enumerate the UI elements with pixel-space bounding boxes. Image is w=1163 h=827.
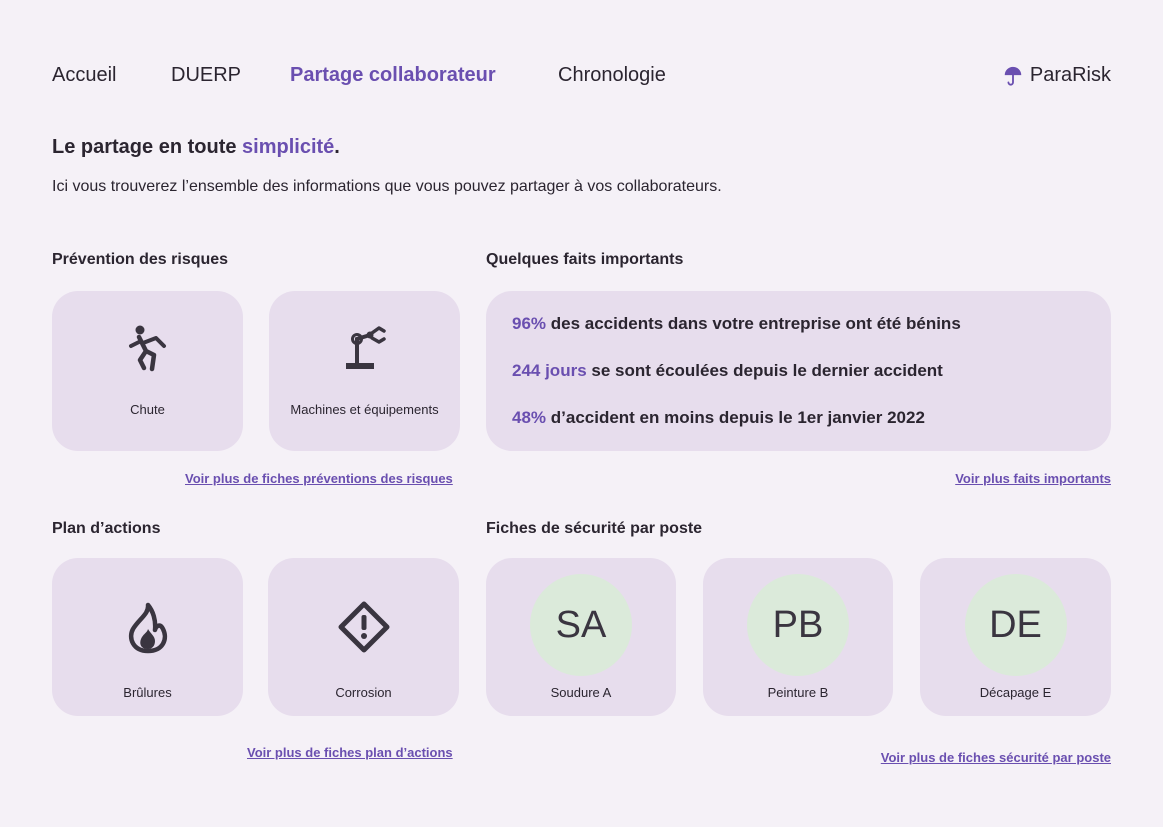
safety-card-decapage[interactable]: DE Décapage E: [920, 558, 1111, 716]
safety-card-label: Soudure A: [550, 685, 612, 700]
safety-card-label: Décapage E: [979, 685, 1052, 700]
prevention-card-label: Machines et équipements: [290, 402, 439, 417]
nav-chronologie[interactable]: Chronologie: [558, 64, 666, 87]
prevention-title: Prévention des risques: [52, 251, 229, 268]
avatar: DE: [964, 574, 1067, 676]
nav-accueil[interactable]: Accueil: [52, 64, 116, 87]
safety-title: Fiches de sécurité par poste: [486, 520, 703, 537]
fact-item: 48% d’accident en moins depuis le 1er ja…: [512, 408, 925, 428]
more-facts-link[interactable]: Voir plus faits importants: [955, 471, 1111, 486]
safety-card-soudure[interactable]: SA Soudure A: [486, 558, 676, 716]
fact-text: se sont écoulées depuis le dernier accid…: [586, 361, 943, 380]
headline-suffix: .: [334, 136, 340, 158]
fact-highlight: 244 jours: [512, 361, 587, 380]
avatar: PB: [747, 574, 849, 676]
facts-title: Quelques faits importants: [486, 251, 684, 268]
fact-text: des accidents dans votre entreprise ont …: [546, 314, 961, 333]
fact-text: d’accident en moins depuis le 1er janvie…: [546, 408, 925, 427]
action-card-label: Brûlures: [123, 685, 172, 700]
action-card-label: Corrosion: [335, 685, 392, 700]
nav-duerp[interactable]: DUERP: [171, 64, 241, 87]
headline-prefix: Le partage en toute: [52, 136, 243, 158]
page-title: Le partage en toute simplicité.: [52, 136, 340, 159]
more-prevention-link[interactable]: Voir plus de fiches préventions des risq…: [185, 471, 453, 486]
action-card-corrosion[interactable]: Corrosion: [268, 558, 459, 716]
brand-name: ParaRisk: [1029, 64, 1111, 86]
fact-highlight: 48%: [512, 408, 547, 427]
headline-accent: simplicité: [242, 136, 335, 158]
fact-highlight: 96%: [512, 314, 547, 333]
more-actions-link[interactable]: Voir plus de fiches plan d’actions: [247, 745, 453, 760]
umbrella-icon: [1002, 65, 1024, 87]
safety-card-peinture[interactable]: PB Peinture B: [703, 558, 893, 716]
fact-item: 96% des accidents dans votre entreprise …: [512, 314, 961, 334]
warning-diamond-icon: [337, 600, 391, 659]
facts-card: 96% des accidents dans votre entreprise …: [486, 291, 1111, 451]
top-nav: Accueil DUERP Partage collaborateur Chro…: [52, 64, 1111, 92]
page-intro: Ici vous trouverez l’ensemble des inform…: [52, 178, 722, 195]
prevention-card-chute[interactable]: Chute: [52, 291, 243, 451]
falling-person-icon: [126, 324, 170, 379]
actions-title: Plan d’actions: [52, 520, 161, 537]
prevention-card-machines[interactable]: Machines et équipements: [269, 291, 460, 451]
brand-logo[interactable]: ParaRisk: [1002, 64, 1111, 87]
prevention-card-label: Chute: [130, 402, 165, 417]
more-safety-link[interactable]: Voir plus de fiches sécurité par poste: [881, 750, 1111, 765]
safety-card-label: Peinture B: [767, 685, 829, 700]
fire-icon: [126, 602, 170, 659]
avatar: SA: [530, 574, 632, 676]
nav-partage-collaborateur[interactable]: Partage collaborateur: [290, 64, 496, 87]
fact-item: 244 jours se sont écoulées depuis le der…: [512, 361, 943, 381]
robot-arm-icon: [343, 325, 387, 376]
action-card-brulures[interactable]: Brûlures: [52, 558, 243, 716]
